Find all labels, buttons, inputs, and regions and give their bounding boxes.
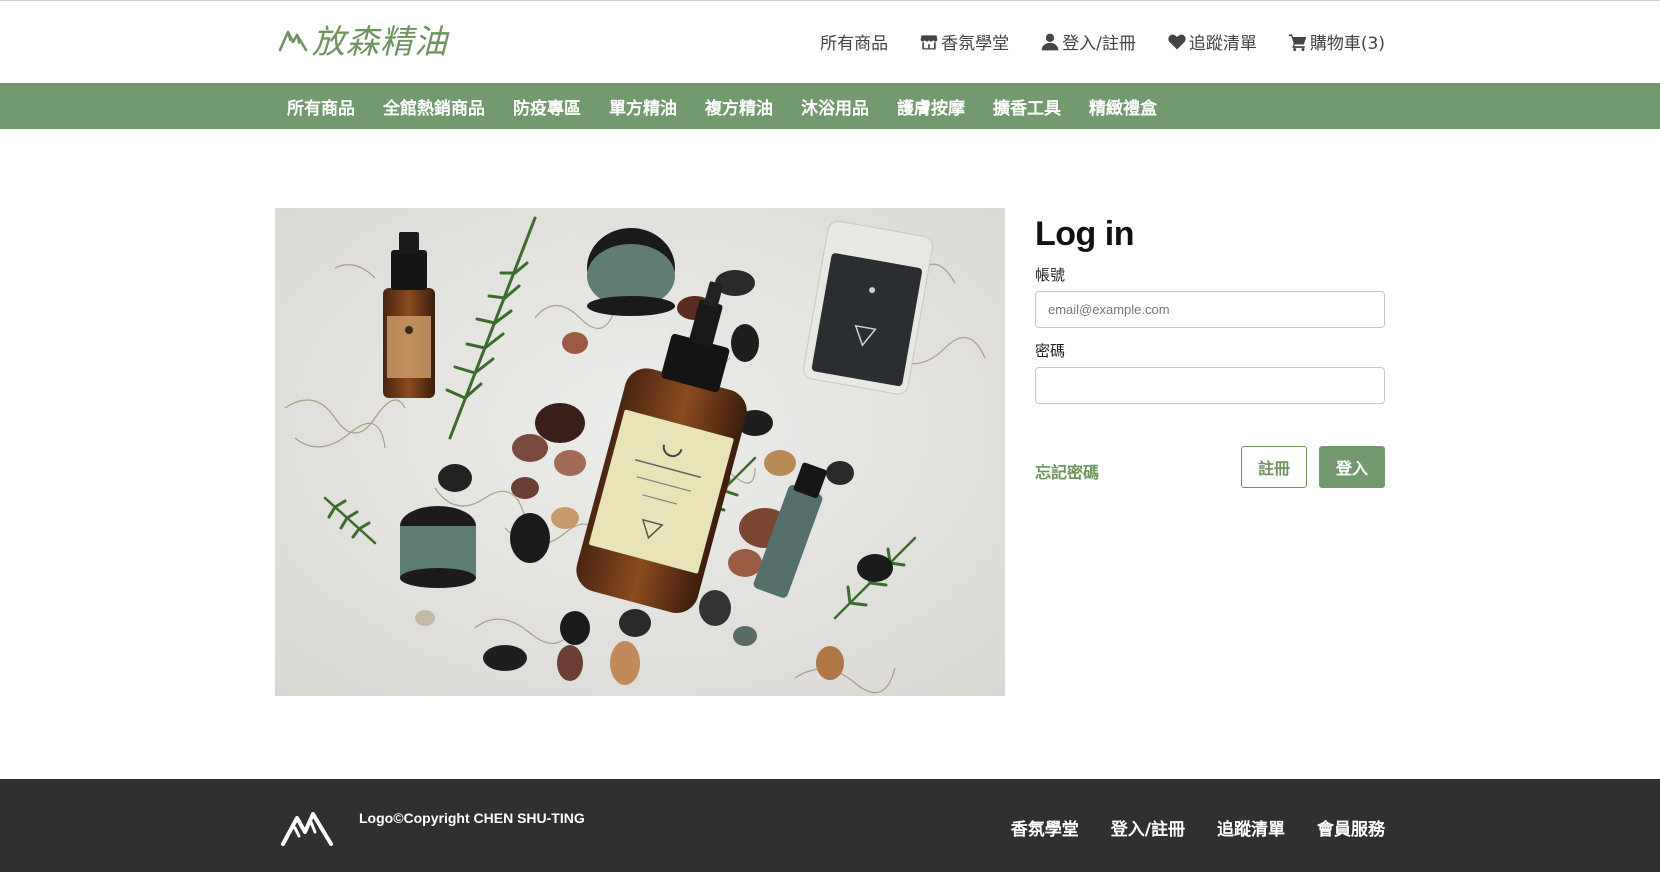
category-bar: 所有商品 全館熱銷商品 防疫專區 單方精油 複方精油 沐浴用品 護膚按摩 擴香工… (0, 83, 1660, 129)
category-single-oils[interactable]: 單方精油 (609, 94, 677, 119)
site-logo[interactable]: 放森精油 (278, 15, 448, 63)
login-submit-button[interactable]: 登入 (1319, 446, 1385, 488)
nav-all-products-label: 所有商品 (820, 34, 889, 54)
category-best-sellers[interactable]: 全館熱銷商品 (383, 94, 485, 119)
category-diffuser-tools[interactable]: 擴香工具 (993, 94, 1061, 119)
footer-link-login-register[interactable]: 登入/註冊 (1111, 815, 1185, 840)
nav-aroma-school-label: 香氛學堂 (941, 34, 1010, 54)
footer-link-aroma-school[interactable]: 香氛學堂 (1011, 815, 1079, 840)
account-label: 帳號 (1035, 266, 1066, 284)
register-button[interactable]: 註冊 (1241, 446, 1307, 488)
user-icon (1041, 33, 1059, 50)
category-bath-products[interactable]: 沐浴用品 (801, 94, 869, 119)
account-email-input[interactable] (1035, 291, 1385, 328)
shop-icon (920, 34, 938, 49)
nav-wishlist-label: 追蹤清單 (1188, 34, 1257, 54)
category-nav: 所有商品 全館熱銷商品 防疫專區 單方精油 複方精油 沐浴用品 護膚按摩 擴香工… (287, 83, 1157, 129)
footer-link-wishlist[interactable]: 追蹤清單 (1217, 815, 1285, 840)
category-epidemic-prevention[interactable]: 防疫專區 (513, 94, 581, 119)
site-footer: Logo©Copyright CHEN SHU-TING 香氛學堂 登入/註冊 … (0, 779, 1660, 872)
footer-link-member-service[interactable]: 會員服務 (1317, 815, 1385, 840)
nav-login-register[interactable]: 登入/註冊 (1040, 29, 1136, 54)
login-actions: 忘記密碼 註冊 登入 (1035, 446, 1385, 489)
product-flatlay-image (275, 208, 1005, 696)
nav-cart-label: 購物車(3) (1309, 34, 1385, 54)
category-blend-oils[interactable]: 複方精油 (705, 94, 773, 119)
site-header: 放森精油 所有商品 香氛學堂 登入/註冊 追蹤清單 購物車(3) (0, 0, 1660, 83)
footer-nav: 香氛學堂 登入/註冊 追蹤清單 會員服務 (1011, 815, 1385, 840)
forgot-password-link[interactable]: 忘記密碼 (1035, 459, 1099, 483)
login-title: Log in (1035, 215, 1134, 253)
login-panel: Log in 帳號 密碼 忘記密碼 註冊 登入 (1035, 208, 1385, 489)
cart-icon (1288, 34, 1307, 51)
nav-login-register-label: 登入/註冊 (1062, 34, 1136, 54)
mountain-logo-icon (281, 812, 333, 846)
hero-product-photo (275, 208, 1005, 696)
heart-icon (1168, 34, 1186, 49)
top-nav: 所有商品 香氛學堂 登入/註冊 追蹤清單 購物車(3) (820, 29, 1385, 54)
category-skin-care-massage[interactable]: 護膚按摩 (897, 94, 965, 119)
nav-all-products[interactable]: 所有商品 (820, 29, 888, 54)
nav-wishlist[interactable]: 追蹤清單 (1167, 29, 1257, 54)
nav-aroma-school[interactable]: 香氛學堂 (919, 29, 1009, 54)
password-label: 密碼 (1035, 342, 1066, 360)
logo-text: 放森精油 (312, 22, 448, 61)
nav-cart[interactable]: 購物車(3) (1288, 29, 1385, 54)
copyright-text: Logo©Copyright CHEN SHU-TING (359, 810, 585, 826)
mountain-logo-icon (278, 30, 308, 52)
category-all-products[interactable]: 所有商品 (287, 94, 355, 119)
password-input[interactable] (1035, 367, 1385, 404)
category-gift-boxes[interactable]: 精緻禮盒 (1089, 94, 1157, 119)
